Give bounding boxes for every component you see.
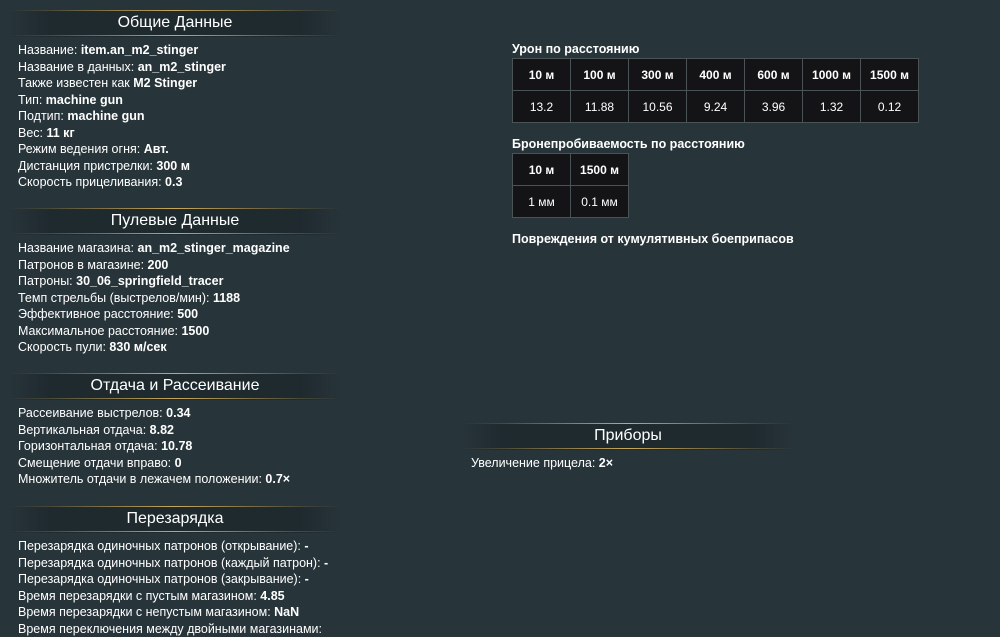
recoil-section-body: Рассеивание выстрелов: 0.34 Вертикальная… <box>9 400 341 488</box>
penetration-header-cell: 1500 м <box>571 154 629 186</box>
damage-value-cell: 13.2 <box>513 91 571 123</box>
general-section-title: Общие Данные <box>9 10 341 37</box>
reload-section-title: Перезарядка <box>9 506 341 533</box>
stat-row-dual-mag-switch: Время переключения между двойными магази… <box>18 621 332 637</box>
devices-section-title: Приборы <box>462 423 794 450</box>
stat-row-mag-capacity: Патронов в магазине: 200 <box>18 257 332 274</box>
damage-table-caption: Урон по расстоянию <box>512 42 919 56</box>
stat-row-vertical-recoil: Вертикальная отдача: 8.82 <box>18 422 332 439</box>
damage-header-cell: 600 м <box>745 59 803 91</box>
general-section-body: Название: item.an_m2_stinger Название в … <box>9 37 341 191</box>
stat-row-type: Тип: machine gun <box>18 92 332 109</box>
penetration-table-value-row: 1 мм 0.1 мм <box>513 186 629 218</box>
stat-row-name: Название: item.an_m2_stinger <box>18 42 332 59</box>
damage-header-cell: 10 м <box>513 59 571 91</box>
damage-value-cell: 9.24 <box>687 91 745 123</box>
stat-row-zeroing: Дистанция пристрелки: 300 м <box>18 158 332 175</box>
stat-row-effective-range: Эффективное расстояние: 500 <box>18 306 332 323</box>
stat-row-reload-empty: Время перезарядки с пустым магазином: 4.… <box>18 588 332 605</box>
stat-row-fire-mode: Режим ведения огня: Авт. <box>18 141 332 158</box>
stat-row-dispersion: Рассеивание выстрелов: 0.34 <box>18 405 332 422</box>
stat-row-muzzle-velocity: Скорость пули: 830 м/сек <box>18 339 332 356</box>
penetration-table: 10 м 1500 м 1 мм 0.1 мм <box>512 153 629 218</box>
damage-value-cell: 1.32 <box>803 91 861 123</box>
devices-section-body: Увеличение прицела: 2× <box>462 450 794 472</box>
stat-row-reload-close: Перезарядка одиночных патронов (закрыван… <box>18 571 332 588</box>
penetration-value-cell: 1 мм <box>513 186 571 218</box>
stat-row-data-name: Название в данных: an_m2_stinger <box>18 59 332 76</box>
damage-value-cell: 3.96 <box>745 91 803 123</box>
ballistics-area: Урон по расстоянию 10 м 100 м 300 м 400 … <box>512 42 919 246</box>
stat-row-recoil-shift: Смещение отдачи вправо: 0 <box>18 455 332 472</box>
stat-row-weight: Вес: 11 кг <box>18 125 332 142</box>
stat-row-subtype: Подтип: machine gun <box>18 108 332 125</box>
stat-row-rate-of-fire: Темп стрельбы (выстрелов/мин): 1188 <box>18 290 332 307</box>
damage-header-cell: 400 м <box>687 59 745 91</box>
penetration-table-caption: Бронепробиваемость по расстоянию <box>512 137 919 151</box>
stat-row-reload-each: Перезарядка одиночных патронов (каждый п… <box>18 555 332 572</box>
stat-row-aim-speed: Скорость прицеливания: 0.3 <box>18 174 332 191</box>
damage-value-cell: 10.56 <box>629 91 687 123</box>
stat-row-horizontal-recoil: Горизонтальная отдача: 10.78 <box>18 438 332 455</box>
stat-row-ammo: Патроны: 30_06_springfield_tracer <box>18 273 332 290</box>
stat-row-reload-tactical: Время перезарядки с непустым магазином: … <box>18 604 332 621</box>
recoil-section-title: Отдача и Рассеивание <box>9 373 341 400</box>
damage-header-cell: 1500 м <box>861 59 919 91</box>
general-section: Общие Данные Название: item.an_m2_stinge… <box>9 10 341 191</box>
stat-row-max-range: Максимальное расстояние: 1500 <box>18 323 332 340</box>
penetration-table-header-row: 10 м 1500 м <box>513 154 629 186</box>
reload-section-body: Перезарядка одиночных патронов (открыван… <box>9 533 341 637</box>
penetration-header-cell: 10 м <box>513 154 571 186</box>
stat-row-prone-recoil: Множитель отдачи в лежачем положении: 0.… <box>18 471 332 488</box>
stat-row-magazine: Название магазина: an_m2_stinger_magazin… <box>18 240 332 257</box>
damage-table-value-row: 13.2 11.88 10.56 9.24 3.96 1.32 0.12 <box>513 91 919 123</box>
damage-value-cell: 11.88 <box>571 91 629 123</box>
stat-row-reload-open: Перезарядка одиночных патронов (открыван… <box>18 538 332 555</box>
stat-row-alias: Также известен как M2 Stinger <box>18 75 332 92</box>
bullet-section-title: Пулевые Данные <box>9 208 341 235</box>
damage-header-cell: 1000 м <box>803 59 861 91</box>
recoil-section: Отдача и Рассеивание Рассеивание выстрел… <box>9 373 341 488</box>
devices-section: Приборы Увеличение прицела: 2× <box>462 423 794 472</box>
bullet-section: Пулевые Данные Название магазина: an_m2_… <box>9 208 341 356</box>
damage-header-cell: 300 м <box>629 59 687 91</box>
heat-damage-caption: Повреждения от кумулятивных боеприпасов <box>512 232 919 246</box>
reload-section: Перезарядка Перезарядка одиночных патрон… <box>9 506 341 637</box>
damage-table: 10 м 100 м 300 м 400 м 600 м 1000 м 1500… <box>512 58 919 123</box>
damage-header-cell: 100 м <box>571 59 629 91</box>
penetration-value-cell: 0.1 мм <box>571 186 629 218</box>
stat-row-scope-zoom: Увеличение прицела: 2× <box>471 455 785 472</box>
damage-value-cell: 0.12 <box>861 91 919 123</box>
damage-table-header-row: 10 м 100 м 300 м 400 м 600 м 1000 м 1500… <box>513 59 919 91</box>
bullet-section-body: Название магазина: an_m2_stinger_magazin… <box>9 235 341 356</box>
